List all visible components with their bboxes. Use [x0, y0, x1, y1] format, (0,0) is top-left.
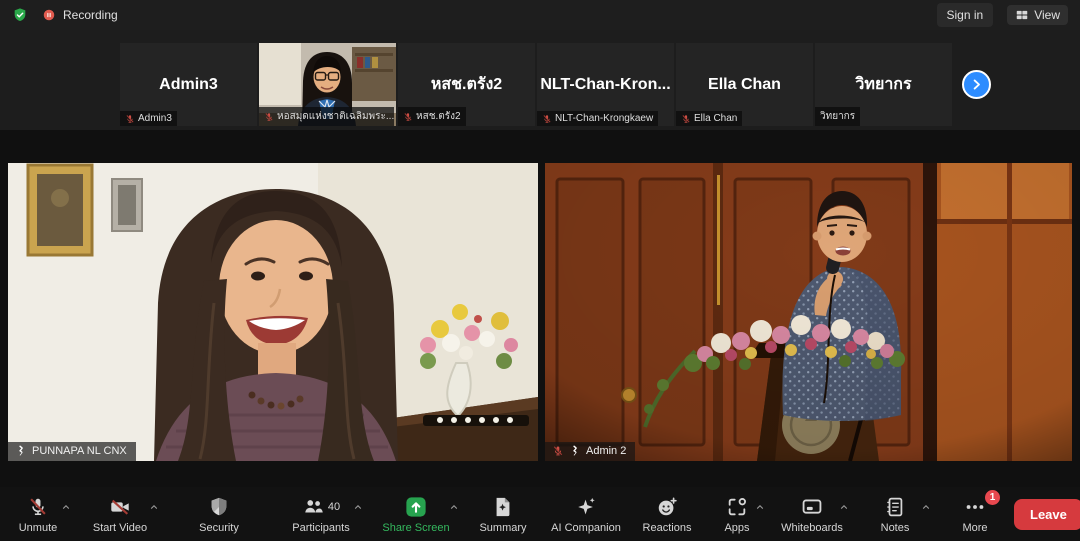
thumbnail-name-tag: NLT-Chan-Krongkaew — [537, 111, 658, 126]
more-dots-icon — [964, 496, 986, 518]
share-screen-icon — [405, 496, 427, 518]
security-label: Security — [199, 522, 239, 534]
more-label: More — [962, 522, 987, 534]
start-video-button[interactable]: Start Video — [76, 492, 164, 541]
whiteboard-icon — [801, 496, 823, 518]
more-button[interactable]: More 1 — [936, 492, 1014, 541]
mic-muted-icon — [27, 496, 49, 518]
security-shield-icon — [208, 496, 230, 518]
summary-doc-icon — [492, 496, 514, 518]
notes-icon — [884, 496, 906, 518]
thumbnail-name-tag: Admin3 — [120, 111, 177, 126]
share-screen-label: Share Screen — [382, 522, 449, 534]
admin2-name-text: Admin 2 — [586, 445, 626, 457]
summary-button[interactable]: Summary — [464, 492, 542, 541]
unmute-label: Unmute — [19, 522, 58, 534]
encryption-shield-icon[interactable] — [12, 7, 28, 23]
admin2-name-label: Admin 2 — [545, 442, 635, 461]
pin-icon — [15, 445, 27, 457]
thumbnail-label: Admin3 — [138, 113, 172, 124]
apps-label: Apps — [724, 522, 749, 534]
participants-label: Participants — [292, 522, 349, 534]
thumbnail-label: หอสมุดแห่งชาติเฉลิมพระ... — [277, 109, 394, 124]
mic-muted-icon — [403, 112, 413, 122]
thumbnail-name-tag: วิทยากร — [815, 107, 860, 126]
admin2-video-feed — [545, 163, 1072, 461]
summary-label: Summary — [479, 522, 526, 534]
notes-options-caret[interactable] — [921, 502, 931, 512]
thumbnail-label: วิทยากร — [820, 109, 855, 124]
share-options-caret[interactable] — [449, 502, 459, 512]
thumbnail-label: NLT-Chan-Krongkaew — [555, 113, 653, 124]
participants-icon — [302, 496, 324, 518]
thumbnail-label: หสช.ตรัง2 — [416, 109, 461, 124]
recording-label: Recording — [63, 8, 118, 22]
participants-button[interactable]: 40 Participants — [274, 492, 368, 541]
start-video-label: Start Video — [93, 522, 147, 534]
thumbnail-label: Ella Chan — [694, 113, 737, 124]
thumbnail-trang2[interactable]: หสช.ตรัง2 หสช.ตรัง2 — [398, 43, 535, 126]
thumbnail-ella-chan[interactable]: Ella Chan Ella Chan — [676, 43, 813, 126]
apps-icon — [726, 496, 748, 518]
mic-muted-icon — [681, 114, 691, 124]
sign-in-label: Sign in — [947, 8, 984, 22]
punnapa-name-text: PUNNAPA NL CNX — [32, 445, 127, 457]
notes-label: Notes — [881, 522, 910, 534]
video-options-caret[interactable] — [149, 502, 159, 512]
sign-in-button[interactable]: Sign in — [937, 3, 994, 27]
reactions-label: Reactions — [643, 522, 692, 534]
apps-options-caret[interactable] — [755, 502, 765, 512]
whiteboards-label: Whiteboards — [781, 522, 843, 534]
thumbnail-name-tag: หสช.ตรัง2 — [398, 107, 466, 126]
share-screen-button[interactable]: Share Screen — [368, 492, 464, 541]
mic-muted-icon — [542, 114, 552, 124]
thumbnail-speaker[interactable]: วิทยากร วิทยากร — [815, 43, 952, 126]
grid-view-icon — [1015, 8, 1029, 22]
video-tile-admin2[interactable]: Admin 2 — [545, 163, 1072, 461]
mic-muted-icon — [125, 114, 135, 124]
mic-muted-icon — [264, 112, 274, 122]
meeting-top-bar: Recording Sign in View — [0, 0, 1080, 30]
thumbnail-name-tag: Ella Chan — [676, 111, 742, 126]
camera-off-icon — [109, 496, 131, 518]
punnapa-name-label: PUNNAPA NL CNX — [8, 442, 136, 461]
thumbnail-nlt-chan[interactable]: NLT-Chan-Kron... NLT-Chan-Krongkaew — [537, 43, 674, 126]
pin-icon — [569, 445, 581, 457]
apps-button[interactable]: Apps — [704, 492, 770, 541]
more-notification-badge: 1 — [985, 490, 1000, 505]
filmstrip-next-page-button[interactable] — [962, 70, 991, 99]
security-button[interactable]: Security — [164, 492, 274, 541]
recording-icon — [42, 8, 56, 22]
meeting-toolbar: Unmute Start Video Security 40 Participa… — [0, 487, 1080, 541]
view-label: View — [1034, 8, 1060, 22]
thumbnail-library-video[interactable]: หอสมุดแห่งชาติเฉลิมพระ... — [259, 43, 396, 126]
view-button[interactable]: View — [1007, 5, 1068, 25]
participants-options-caret[interactable] — [353, 502, 363, 512]
ai-companion-label: AI Companion — [551, 522, 621, 534]
reactions-button[interactable]: Reactions — [630, 492, 704, 541]
whiteboards-options-caret[interactable] — [839, 502, 849, 512]
unmute-options-caret[interactable] — [61, 502, 71, 512]
punnapa-video-feed — [8, 163, 538, 461]
participant-filmstrip: Admin3 Admin3 — [120, 43, 952, 126]
mic-muted-icon — [552, 445, 564, 457]
video-tile-punnapa[interactable]: PUNNAPA NL CNX — [8, 163, 538, 461]
reactions-smiley-icon — [656, 496, 678, 518]
thumbnail-admin3[interactable]: Admin3 Admin3 — [120, 43, 257, 126]
notes-button[interactable]: Notes — [854, 492, 936, 541]
leave-button[interactable]: Leave — [1014, 499, 1080, 530]
ai-companion-button[interactable]: AI Companion — [542, 492, 630, 541]
whiteboards-button[interactable]: Whiteboards — [770, 492, 854, 541]
chevron-right-icon — [969, 77, 984, 92]
unmute-button[interactable]: Unmute — [0, 492, 76, 541]
ai-sparkle-icon — [575, 496, 597, 518]
participants-count: 40 — [328, 501, 340, 513]
thumbnail-name-tag: หอสมุดแห่งชาติเฉลิมพระ... — [259, 107, 394, 126]
recording-indicator[interactable]: Recording — [42, 8, 118, 22]
